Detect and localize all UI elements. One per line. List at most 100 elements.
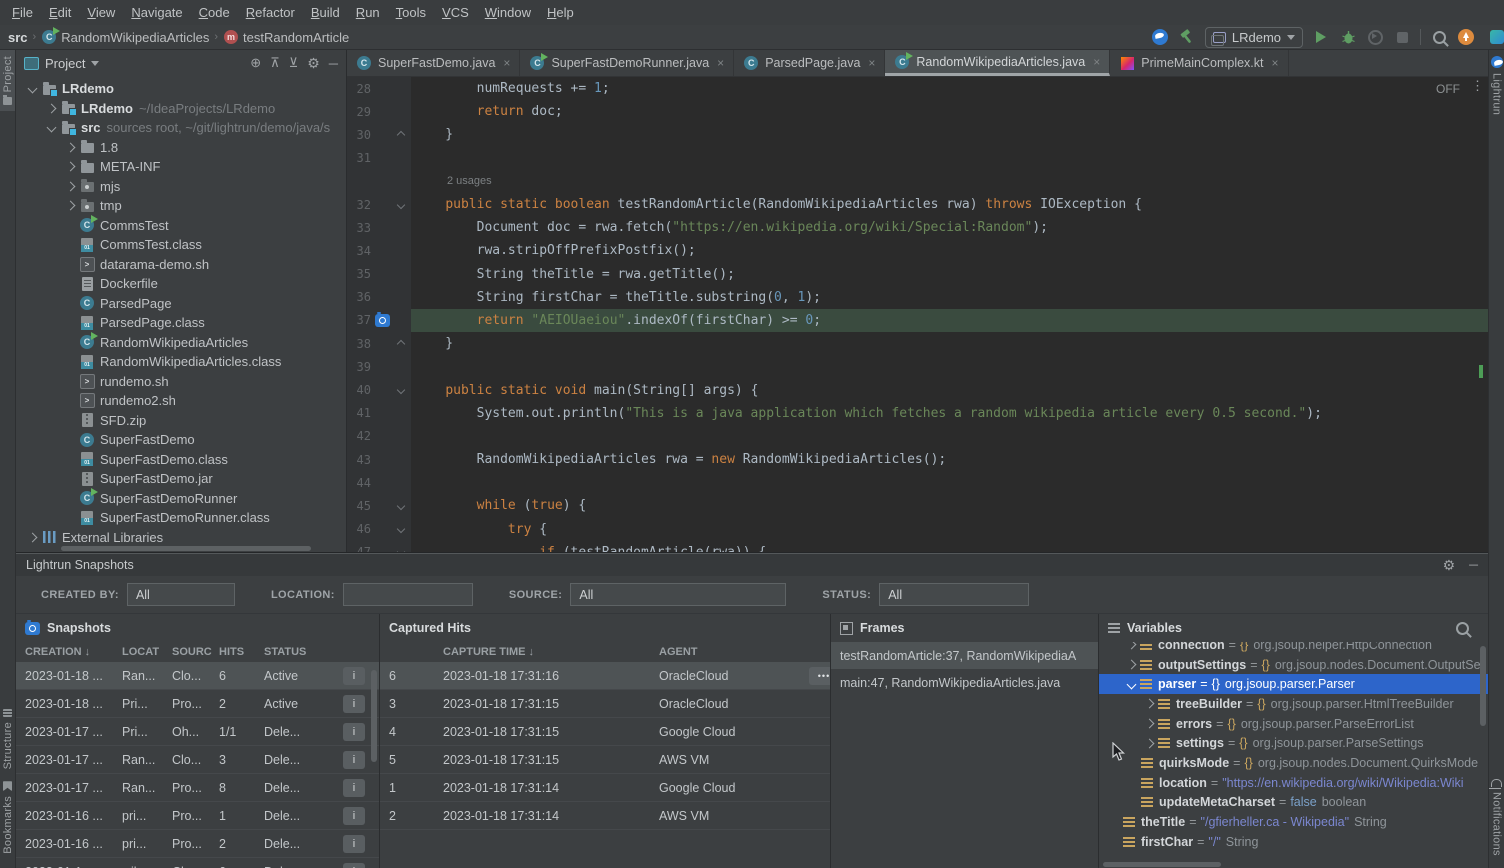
breadcrumb-item[interactable]: mtestRandomArticle	[223, 29, 349, 45]
variable-row[interactable]: treeBuilder={}org.jsoup.parser.HtmlTreeB…	[1099, 694, 1488, 714]
hide-panel-icon[interactable]: ─	[329, 56, 338, 71]
variable-row[interactable]: theTitle="/gfierheller.ca - Wikipedia"St…	[1099, 812, 1488, 832]
hit-row[interactable]: 62023-01-18 17:31:16OracleCloud•••	[380, 662, 830, 690]
menu-build[interactable]: Build	[303, 2, 348, 23]
collapse-all-icon[interactable]: ⊻	[289, 55, 299, 71]
chevron-down-icon[interactable]	[1127, 679, 1137, 689]
tab-randomwikipediaarticles-java[interactable]: CRandomWikipediaArticles.java×	[885, 50, 1110, 76]
chevron-right-icon[interactable]	[1145, 699, 1155, 709]
usages-inlay-hint[interactable]: 2 usages	[414, 175, 492, 187]
tab-superfastdemo-java[interactable]: CSuperFastDemo.java×	[347, 50, 520, 76]
variable-row[interactable]: outputSettings={}org.jsoup.nodes.Documen…	[1099, 655, 1488, 675]
fold-marker-icon[interactable]	[397, 386, 405, 394]
toolwindow-tab-project[interactable]: Project	[0, 50, 15, 111]
close-icon[interactable]: ×	[717, 56, 724, 70]
variable-row[interactable]: location="https://en.wikipedia.org/wiki/…	[1099, 773, 1488, 793]
fold-marker-icon[interactable]	[397, 131, 405, 139]
minimize-panel-icon[interactable]: ─	[1469, 558, 1478, 572]
run-with-coverage-icon[interactable]	[1366, 28, 1384, 46]
snapshot-row[interactable]: 2023-01-18 ...Ran...Clo...6Activei	[16, 662, 379, 690]
hit-row[interactable]: 32023-01-18 17:31:15OracleCloud	[380, 690, 830, 718]
gear-icon[interactable]: ⚙	[1443, 558, 1456, 572]
tree-item[interactable]: External Libraries	[16, 528, 346, 546]
overflow-button[interactable]: •••	[809, 667, 831, 685]
info-button[interactable]: i	[343, 695, 365, 713]
tree-item[interactable]: srcsources root, ~/git/lightrun/demo/jav…	[16, 118, 346, 138]
menu-edit[interactable]: Edit	[41, 2, 79, 23]
tree-item[interactable]: ParsedPage.class	[16, 313, 346, 333]
tree-item[interactable]: RandomWikipediaArticles.class	[16, 352, 346, 372]
column-header[interactable]: SOURC	[172, 646, 219, 658]
tree-item[interactable]: 1.8	[16, 138, 346, 158]
tree-item[interactable]: >datarama-demo.sh	[16, 255, 346, 275]
tab-parsedpage-java[interactable]: CParsedPage.java×	[734, 50, 885, 76]
fold-marker-icon[interactable]	[397, 525, 405, 533]
filter-input[interactable]	[343, 583, 473, 606]
menu-refactor[interactable]: Refactor	[238, 2, 303, 23]
menu-code[interactable]: Code	[191, 2, 238, 23]
breadcrumb-item[interactable]: src	[8, 30, 28, 45]
tree-item[interactable]: tmp	[16, 196, 346, 216]
tab-primemaincomplex-kt[interactable]: PrimeMainComplex.kt×	[1110, 50, 1288, 76]
locate-file-icon[interactable]: ⊕	[250, 55, 261, 71]
variable-row[interactable]: firstChar="/"String	[1099, 832, 1488, 852]
tree-item[interactable]: CommsTest.class	[16, 235, 346, 255]
snapshot-row[interactable]: 2023-01-16 ...pri...Pro...2Dele...i	[16, 830, 379, 858]
column-header[interactable]: AGENT	[659, 646, 809, 658]
column-header[interactable]: STATUS	[264, 646, 328, 658]
snapshot-row[interactable]: 2023-01-17 ...Pri...Oh...1/1Dele...i	[16, 718, 379, 746]
fold-marker-icon[interactable]	[397, 200, 405, 208]
build-hammer-icon[interactable]	[1178, 28, 1196, 46]
run-button[interactable]	[1312, 28, 1330, 46]
tree-item[interactable]: SuperFastDemoRunner.class	[16, 508, 346, 528]
editor-scrollbar[interactable]: ⋮	[1474, 77, 1488, 552]
snapshot-row[interactable]: 2023-01-17 ...Ran...Clo...3Dele...i	[16, 746, 379, 774]
menu-window[interactable]: Window	[477, 2, 539, 23]
column-header[interactable]: HITS	[219, 646, 264, 658]
chevron-down-icon[interactable]	[47, 123, 57, 133]
chevron-right-icon[interactable]	[66, 201, 76, 211]
info-button[interactable]: i	[343, 667, 365, 685]
info-button[interactable]: i	[343, 723, 365, 741]
tree-item[interactable]: CParsedPage	[16, 294, 346, 314]
info-button[interactable]: i	[343, 863, 365, 868]
column-header[interactable]: CREATION ↓	[25, 646, 122, 658]
chevron-down-icon[interactable]	[91, 61, 99, 66]
variables-vscrollbar[interactable]	[1480, 646, 1486, 726]
code-area[interactable]: 28 numRequests += 1;29 return doc;30 }31…	[347, 77, 1488, 552]
chevron-right-icon[interactable]	[1127, 642, 1137, 650]
search-icon[interactable]	[1456, 622, 1469, 635]
project-panel-title[interactable]: Project	[45, 56, 85, 71]
tree-item[interactable]: META-INF	[16, 157, 346, 177]
snapshot-row[interactable]: 2023-01-1...wik...Clo...6Dele...i	[16, 858, 379, 868]
filter-input[interactable]: All	[570, 583, 786, 606]
frame-item[interactable]: testRandomArticle:37, RandomWikipediaA	[831, 642, 1098, 669]
tree-item[interactable]: CCommsTest	[16, 216, 346, 236]
menu-file[interactable]: File	[4, 2, 41, 23]
close-icon[interactable]: ×	[1272, 56, 1279, 70]
run-config-selector[interactable]: LRdemo	[1205, 27, 1303, 48]
info-button[interactable]: i	[343, 835, 365, 853]
tree-item[interactable]: CSuperFastDemo	[16, 430, 346, 450]
tree-item[interactable]: >rundemo.sh	[16, 372, 346, 392]
variable-row[interactable]: parser={}org.jsoup.parser.Parser	[1099, 674, 1488, 694]
debug-button[interactable]	[1339, 28, 1357, 46]
frame-item[interactable]: main:47, RandomWikipediaArticles.java	[831, 669, 1098, 696]
tree-item[interactable]: mjs	[16, 177, 346, 197]
hit-row[interactable]: 12023-01-18 17:31:14Google Cloud	[380, 774, 830, 802]
hit-row[interactable]: 22023-01-18 17:31:14AWS VM	[380, 802, 830, 830]
tree-item[interactable]: SuperFastDemo.class	[16, 450, 346, 470]
expand-all-icon[interactable]: ⊼	[270, 55, 280, 71]
column-header[interactable]: CAPTURE TIME ↓	[443, 646, 659, 658]
variable-row[interactable]: updateMetaCharset=falseboolean	[1099, 793, 1488, 813]
chevron-right-icon[interactable]	[66, 162, 76, 172]
toolwindow-tab-notifications[interactable]: Notifications	[1491, 771, 1503, 862]
lightrun-logo-icon[interactable]	[1151, 28, 1169, 46]
toolwindow-tab-bookmarks[interactable]: Bookmarks	[2, 775, 14, 860]
hit-row[interactable]: 52023-01-18 17:31:15AWS VM	[380, 746, 830, 774]
menu-tools[interactable]: Tools	[388, 2, 434, 23]
variable-row[interactable]: errors={}org.jsoup.parser.ParseErrorList	[1099, 714, 1488, 734]
chevron-right-icon[interactable]	[66, 181, 76, 191]
snapshots-panel-header[interactable]: Lightrun Snapshots ⚙ ─	[16, 553, 1488, 576]
tree-item[interactable]: Dockerfile	[16, 274, 346, 294]
